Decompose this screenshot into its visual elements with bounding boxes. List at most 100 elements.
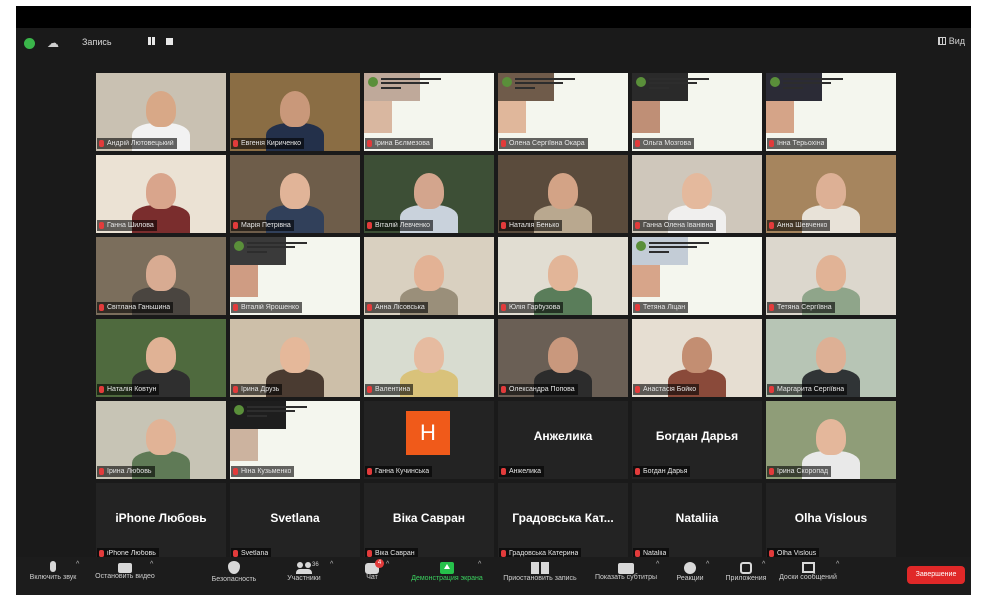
participants-button[interactable]: Участники xyxy=(274,560,334,592)
participant-tile[interactable]: Наталія Ковтун xyxy=(96,319,226,397)
participant-tile[interactable]: Ольга Мозгова xyxy=(632,73,762,151)
participant-name: Анастасія Бойко xyxy=(643,386,697,393)
participant-name: Градовська Катерина xyxy=(509,550,579,557)
muted-mic-icon xyxy=(769,550,774,557)
show-captions-button[interactable]: Показать субтитры xyxy=(590,560,662,592)
participant-name: Olha Vislous xyxy=(777,550,817,557)
apps-chevron-icon[interactable]: ^ xyxy=(762,561,765,568)
participants-chevron-icon[interactable]: ^ xyxy=(330,561,333,568)
participant-tile[interactable]: Olha Vislous Olha Vislous xyxy=(766,483,896,561)
captions-chevron-icon[interactable]: ^ xyxy=(656,561,659,568)
participant-name-tag: Марія Петрівна xyxy=(231,220,294,231)
participant-tile[interactable]: Svetlana Svetlana xyxy=(230,483,360,561)
muted-mic-icon xyxy=(99,386,104,393)
participant-face xyxy=(280,173,310,209)
participant-name-tag: Юлія Гарбузова xyxy=(499,302,564,313)
participant-tile[interactable]: Олена Сергіївна Окара xyxy=(498,73,628,151)
pause-recording-button[interactable]: Приостановить запись xyxy=(494,560,586,592)
participant-tile[interactable]: Анна Шевченко xyxy=(766,155,896,233)
participant-name-tag: Тетяна Сергіївна xyxy=(767,302,835,313)
participant-tile[interactable]: Віталій Левченко xyxy=(364,155,494,233)
participant-tile[interactable]: Тетяна Ліцан xyxy=(632,237,762,315)
participant-tile[interactable]: Олександра Попова xyxy=(498,319,628,397)
zoom-window: ☁ Запись Вид Андрій Лютовецький Евгенія К… xyxy=(16,6,971,595)
participant-name: Анжелика xyxy=(509,468,541,475)
slide-text-line xyxy=(381,87,401,89)
participant-face xyxy=(230,265,258,297)
participant-face xyxy=(280,337,310,373)
participant-face xyxy=(146,337,176,373)
participant-tile[interactable]: Ірина Бєлмезова xyxy=(364,73,494,151)
participant-name: Ірина Бєлмезова xyxy=(375,140,430,147)
participant-name-tag: Маргарита Сергіївна xyxy=(767,384,848,395)
whiteboards-label: Доски сообщений xyxy=(779,574,837,581)
participant-name: Юлія Гарбузова xyxy=(509,304,561,311)
participant-tile[interactable]: Богдан Дарья Богдан Дарья xyxy=(632,401,762,479)
university-logo-icon xyxy=(636,77,646,87)
whiteboards-chevron-icon[interactable]: ^ xyxy=(836,561,839,568)
participant-tile[interactable]: Віталій Ярошенко xyxy=(230,237,360,315)
university-logo-icon xyxy=(770,77,780,87)
participant-tile[interactable]: Віка Савран Віка Савран xyxy=(364,483,494,561)
muted-mic-icon xyxy=(501,304,506,311)
mic-options-chevron-icon[interactable]: ^ xyxy=(76,561,79,568)
participant-tile[interactable]: Ганна Олена Іванівна xyxy=(632,155,762,233)
participant-name-tag: Наталія Бенько xyxy=(499,220,563,231)
participant-tile[interactable]: Юлія Гарбузова xyxy=(498,237,628,315)
participant-name: Наталія Ковтун xyxy=(107,386,157,393)
reactions-button[interactable]: Реакции xyxy=(670,560,710,592)
participant-tile[interactable]: Ірина Любовь xyxy=(96,401,226,479)
participant-name: iPhone Любовь xyxy=(107,550,156,557)
participant-tile[interactable]: Валентина xyxy=(364,319,494,397)
pause-recording-icon[interactable] xyxy=(147,36,157,48)
participant-face xyxy=(548,255,578,291)
participant-tile[interactable]: Евгенія Кириченко xyxy=(230,73,360,151)
muted-mic-icon xyxy=(635,140,640,147)
participant-tile[interactable]: Ганна Шилова xyxy=(96,155,226,233)
participant-tile[interactable]: Ірина Друзь xyxy=(230,319,360,397)
slide-text-line xyxy=(247,410,295,412)
university-logo-icon xyxy=(234,241,244,251)
participant-tile[interactable]: Анжелика Анжелика xyxy=(498,401,628,479)
video-options-chevron-icon[interactable]: ^ xyxy=(150,561,153,568)
participant-tile[interactable]: H Ганна Кучинська xyxy=(364,401,494,479)
participant-face xyxy=(146,419,176,455)
participant-tile[interactable]: Світлана Ганьшина xyxy=(96,237,226,315)
view-button[interactable]: Вид xyxy=(937,36,965,46)
share-chevron-icon[interactable]: ^ xyxy=(478,561,481,568)
muted-mic-icon xyxy=(367,304,372,311)
security-button[interactable]: Безопасность xyxy=(202,560,266,592)
muted-mic-icon xyxy=(367,468,372,475)
reactions-chevron-icon[interactable]: ^ xyxy=(706,561,709,568)
chat-icon: 4 xyxy=(365,559,384,574)
university-logo-icon xyxy=(368,77,378,87)
whiteboards-button[interactable]: Доски сообщений xyxy=(772,560,844,592)
end-meeting-button[interactable]: Завершение xyxy=(907,566,965,584)
participant-tile[interactable]: Ніна Кузьменко xyxy=(230,401,360,479)
participant-tile[interactable]: Андрій Лютовецький xyxy=(96,73,226,151)
participant-tile[interactable]: Ірина Скоропад xyxy=(766,401,896,479)
participant-tile[interactable]: iPhone Любовь iPhone Любовь xyxy=(96,483,226,561)
participant-tile[interactable]: Тетяна Сергіївна xyxy=(766,237,896,315)
participant-tile[interactable]: Анастасія Бойко xyxy=(632,319,762,397)
participant-name-tag: Ірина Любовь xyxy=(97,466,155,477)
muted-mic-icon xyxy=(233,468,238,475)
participant-tile[interactable]: Анна Лісовська xyxy=(364,237,494,315)
muted-mic-icon xyxy=(501,222,506,229)
participant-name: Анна Шевченко xyxy=(777,222,828,229)
chat-chevron-icon[interactable]: ^ xyxy=(386,561,389,568)
participant-name-tag: Евгенія Кириченко xyxy=(231,138,305,149)
apps-button[interactable]: Приложения xyxy=(716,560,776,592)
participant-tile[interactable]: Градовська Кат... Градовська Катерина xyxy=(498,483,628,561)
stop-recording-icon[interactable] xyxy=(166,38,173,45)
encryption-shield-icon[interactable] xyxy=(24,38,35,49)
muted-mic-icon xyxy=(769,386,774,393)
participant-tile[interactable]: Марія Петрівна xyxy=(230,155,360,233)
participant-face xyxy=(146,91,176,127)
slide-text-line xyxy=(649,87,669,89)
participant-tile[interactable]: Nataliia Nataliia xyxy=(632,483,762,561)
participant-name-tag: Наталія Ковтун xyxy=(97,384,160,395)
participant-tile[interactable]: Маргарита Сергіївна xyxy=(766,319,896,397)
participant-tile[interactable]: Інна Терьохіна xyxy=(766,73,896,151)
participant-tile[interactable]: Наталія Бенько xyxy=(498,155,628,233)
